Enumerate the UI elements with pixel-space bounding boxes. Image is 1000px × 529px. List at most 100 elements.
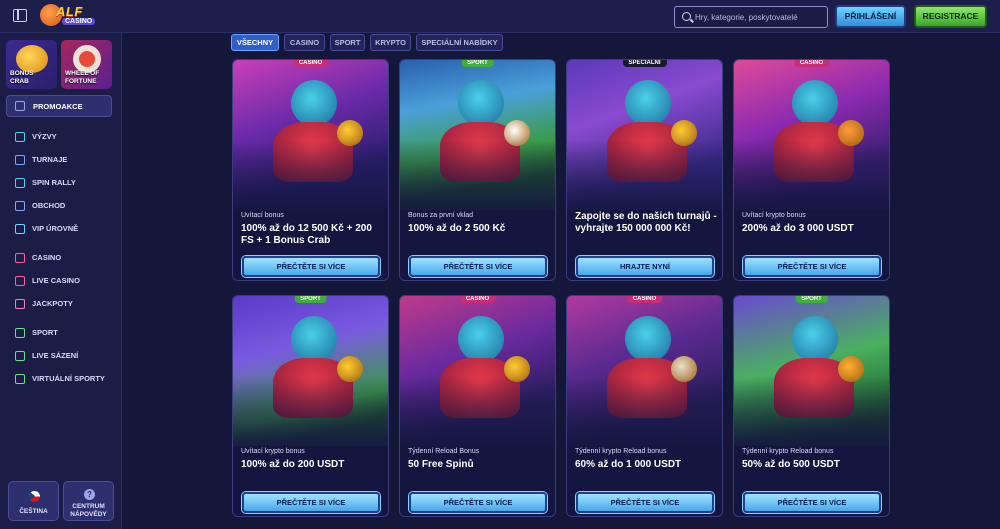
- clover-icon: [15, 299, 25, 309]
- promo-card[interactable]: CASINO Uvítací bonus 100% až do 12 500 Kč …: [232, 59, 389, 281]
- sidebar-item-label: VÝZVY: [32, 132, 57, 141]
- gamepad-icon: [15, 374, 25, 384]
- read-more-button[interactable]: PŘEČTĚTE SI VÍCE: [409, 492, 547, 513]
- help-center-label: CENTRUM NÁPOVĚDY: [70, 503, 107, 518]
- promo-title: 100% až do 200 USDT: [241, 459, 345, 470]
- promo-card[interactable]: CASINO Uvítací krypto bonus 200% až do 3 0…: [733, 59, 890, 281]
- wheel-of-fortune-label: WHEEL OF FORTUNE: [65, 70, 100, 85]
- rally-icon: [15, 178, 25, 188]
- target-icon: [15, 132, 25, 142]
- sidebar-item-label: LIVE SÁZENÍ: [32, 351, 79, 360]
- coin-claw-icon: [16, 45, 48, 73]
- promo-subtitle: Uvítací krypto bonus: [742, 212, 806, 219]
- live-icon: [15, 351, 25, 361]
- category-badge: SPORT: [461, 60, 494, 67]
- mascot-figure: [792, 80, 838, 126]
- promo-card[interactable]: CASINO Týdenní krypto Reload bonus 60% až …: [566, 295, 723, 517]
- bonus-crab-label: BONUS CRAB: [10, 70, 34, 85]
- sidebar-item-label: TURNAJE: [32, 155, 68, 164]
- mascot-figure: [458, 80, 504, 126]
- sidebar-item-label: PROMOAKCE: [33, 102, 83, 111]
- bonus-crab-tile[interactable]: BONUS CRAB: [6, 40, 57, 89]
- filter-tab-3[interactable]: KRYPTO: [370, 34, 411, 51]
- mascot-figure: [291, 80, 337, 126]
- promo-subtitle: Uvítací krypto bonus: [241, 448, 305, 455]
- help-center-button[interactable]: ? CENTRUM NÁPOVĚDY: [63, 481, 114, 521]
- sidebar-item-label: VIP ÚROVNĚ: [32, 224, 79, 233]
- sidebar-item-jackpoty[interactable]: JACKPOTY: [10, 297, 110, 311]
- category-badge: SPECIÁLNÍ: [622, 60, 667, 67]
- register-button[interactable]: REGISTRACE: [914, 5, 987, 28]
- promo-subtitle: Týdenní Reload Bonus: [408, 448, 480, 455]
- sidebar-item-casino[interactable]: CASINO: [10, 251, 110, 265]
- read-more-button[interactable]: PŘEČTĚTE SI VÍCE: [743, 492, 881, 513]
- promo-card[interactable]: SPORT Bonus za první vklad 100% až do 2 50…: [399, 59, 556, 281]
- mascot-figure: [458, 316, 504, 362]
- promo-title: 60% až do 1 000 USDT: [575, 459, 682, 470]
- sidebar-item-label: SPIN RALLY: [32, 178, 76, 187]
- filter-tab-1[interactable]: CASINO: [284, 34, 325, 51]
- logo-subtext: CASINO: [62, 18, 96, 25]
- sidebar-item-obchod[interactable]: OBCHOD: [10, 199, 110, 213]
- sidebar-item-v-zvy[interactable]: VÝZVY: [10, 130, 110, 144]
- sidebar-item-sport[interactable]: SPORT: [10, 326, 110, 340]
- search-icon: [682, 12, 691, 21]
- sidebar-item-promotions[interactable]: PROMOAKCE: [6, 95, 112, 117]
- category-badge: SPORT: [294, 296, 327, 303]
- czech-flag-icon: [29, 491, 40, 502]
- category-badge: CASINO: [793, 60, 830, 67]
- cherry-icon: [15, 253, 25, 263]
- promo-card[interactable]: SPORT Týdenní krypto Reload bonus 50% až d…: [733, 295, 890, 517]
- sidebar-item-label: JACKPOTY: [32, 299, 73, 308]
- sidebar-item-label: CASINO: [32, 253, 62, 262]
- category-badge: CASINO: [459, 296, 496, 303]
- gift-icon: [15, 101, 25, 111]
- dealer-icon: [15, 276, 25, 286]
- promo-title: 100% až do 12 500 Kč + 200 FS + 1 Bonus …: [241, 223, 372, 246]
- sidebar-item-vip-rovn-[interactable]: VIP ÚROVNĚ: [10, 222, 110, 236]
- wheel-icon: [73, 45, 101, 73]
- promo-title: Zapojte se do našich turnajů - vyhrajte …: [575, 211, 717, 234]
- promo-subtitle: Uvítací bonus: [241, 212, 284, 219]
- mascot-figure: [625, 316, 671, 362]
- category-badge: CASINO: [626, 296, 663, 303]
- wheel-of-fortune-tile[interactable]: WHEEL OF FORTUNE: [61, 40, 112, 89]
- read-more-button[interactable]: PŘEČTĚTE SI VÍCE: [242, 492, 380, 513]
- trophy-icon: [15, 155, 25, 165]
- sidebar: BONUS CRAB WHEEL OF FORTUNE PROMOAKCE VÝZV…: [0, 33, 122, 529]
- diamond-icon: [15, 224, 25, 234]
- filter-tab-2[interactable]: SPORT: [330, 34, 365, 51]
- search-box[interactable]: [674, 6, 828, 28]
- search-input[interactable]: [695, 9, 823, 25]
- filter-tab-4[interactable]: SPECIÁLNÍ NABÍDKY: [416, 34, 503, 51]
- sidebar-item-turnaje[interactable]: TURNAJE: [10, 153, 110, 167]
- promo-subtitle: Týdenní krypto Reload bonus: [575, 448, 667, 455]
- category-badge: SPORT: [795, 296, 828, 303]
- sidebar-item-spin-rally[interactable]: SPIN RALLY: [10, 176, 110, 190]
- ball-icon: [15, 328, 25, 338]
- sidebar-item-live-casino[interactable]: LIVE CASINO: [10, 274, 110, 288]
- promo-title: 50 Free Spinů: [408, 459, 474, 470]
- read-more-button[interactable]: PŘEČTĚTE SI VÍCE: [743, 256, 881, 277]
- play-now-button[interactable]: HRAJTE NYNÍ: [576, 256, 714, 277]
- promo-subtitle: Týdenní krypto Reload bonus: [742, 448, 834, 455]
- shop-icon: [15, 201, 25, 211]
- help-icon: ?: [84, 489, 95, 500]
- filter-tab-0[interactable]: VŠECHNY: [231, 34, 279, 51]
- promo-card[interactable]: SPORT Uvítací krypto bonus 100% až do 200 …: [232, 295, 389, 517]
- mascot-figure: [625, 80, 671, 126]
- read-more-button[interactable]: PŘEČTĚTE SI VÍCE: [576, 492, 714, 513]
- sidebar-item-virtu-ln-sporty[interactable]: VIRTUÁLNÍ SPORTY: [10, 372, 110, 386]
- promo-card[interactable]: CASINO Týdenní Reload Bonus 50 Free Spinů P…: [399, 295, 556, 517]
- read-more-button[interactable]: PŘEČTĚTE SI VÍCE: [409, 256, 547, 277]
- promo-card[interactable]: SPECIÁLNÍ Zapojte se do našich turnajů - …: [566, 59, 723, 281]
- language-button[interactable]: ČEŠTINA: [8, 481, 59, 521]
- read-more-button[interactable]: PŘEČTĚTE SI VÍCE: [242, 256, 380, 277]
- sidebar-toggle-icon[interactable]: [13, 9, 27, 22]
- alf-casino-logo[interactable]: ALF CASINO: [40, 3, 96, 30]
- sidebar-item-live-s-zen-[interactable]: LIVE SÁZENÍ: [10, 349, 110, 363]
- promo-subtitle: Bonus za první vklad: [408, 212, 473, 219]
- login-button[interactable]: PŘIHLÁŠENÍ: [835, 5, 906, 28]
- sidebar-item-label: OBCHOD: [32, 201, 66, 210]
- category-badge: CASINO: [292, 60, 329, 67]
